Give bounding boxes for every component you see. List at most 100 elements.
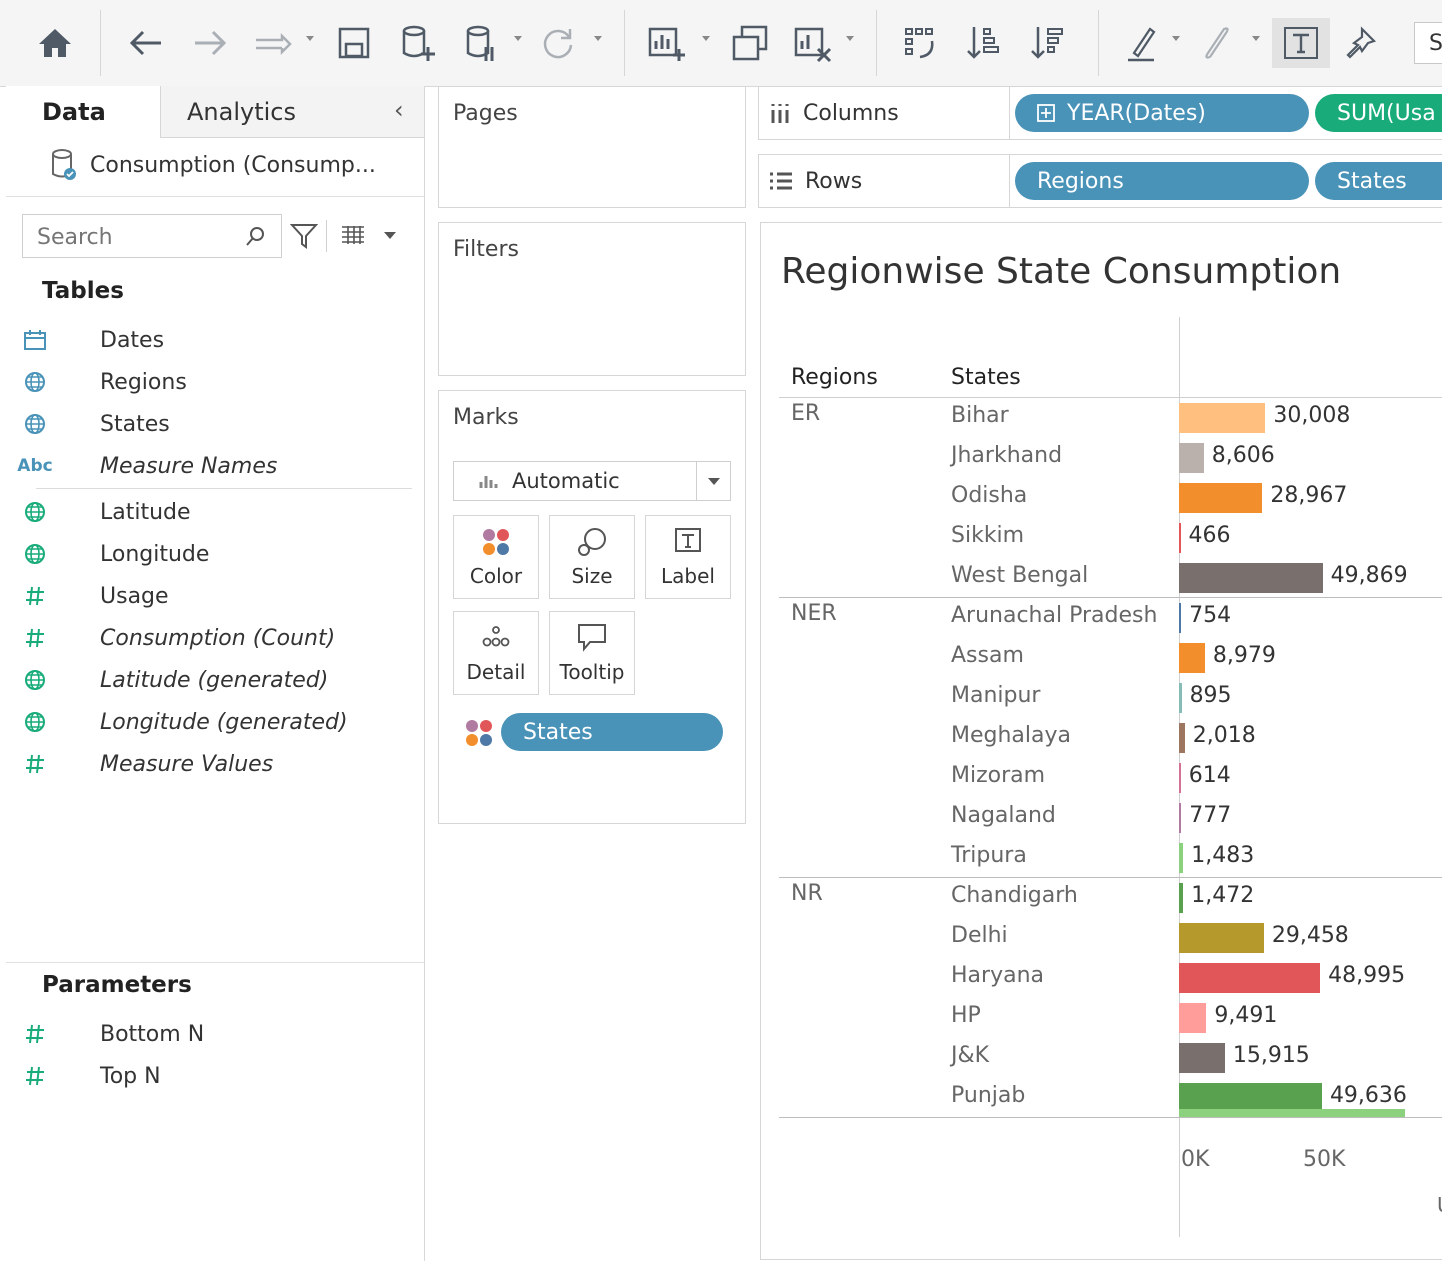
region-label[interactable]: NR (791, 881, 823, 906)
state-label[interactable]: Odisha (951, 483, 1027, 508)
state-label[interactable]: Manipur (951, 683, 1040, 708)
state-label[interactable]: Tripura (951, 843, 1027, 868)
bar[interactable] (1179, 843, 1184, 873)
state-label[interactable]: Chandigarh (951, 883, 1078, 908)
abc-icon: Abc (17, 456, 53, 476)
bar[interactable] (1179, 763, 1181, 793)
rows-pill-regions[interactable]: Regions (1015, 162, 1309, 200)
state-label[interactable]: HP (951, 1003, 981, 1028)
state-label[interactable]: Bihar (951, 403, 1009, 428)
new-worksheet-icon[interactable] (642, 18, 690, 68)
state-label[interactable]: Nagaland (951, 803, 1056, 828)
forward-icon[interactable] (186, 18, 234, 68)
state-label[interactable]: Arunachal Pradesh (951, 603, 1157, 628)
state-label[interactable]: Mizoram (951, 763, 1045, 788)
bar[interactable] (1179, 723, 1185, 753)
marks-states-pill[interactable]: States (501, 713, 723, 751)
pause-updates-icon[interactable] (460, 18, 504, 68)
data-pane: Data Analytics ‹ Consumption (Consump...… (6, 86, 425, 1261)
field-consumption-count[interactable]: Consumption (Count) (6, 618, 335, 658)
home-icon[interactable] (30, 18, 80, 68)
tooltip-button[interactable]: Tooltip (549, 611, 635, 695)
bar[interactable] (1179, 603, 1182, 633)
state-label[interactable]: West Bengal (951, 563, 1088, 588)
state-label[interactable]: Delhi (951, 923, 1008, 948)
size-button[interactable]: Size (549, 515, 635, 599)
columns-pill-sum[interactable]: SUM(Usa (1315, 94, 1442, 132)
rows-pill-states[interactable]: States (1315, 162, 1442, 200)
bar[interactable] (1179, 1003, 1207, 1033)
bar[interactable] (1179, 883, 1184, 913)
region-label[interactable]: NER (791, 601, 837, 626)
filter-icon[interactable] (290, 222, 318, 250)
view-options-icon[interactable] (340, 224, 366, 246)
viz-area[interactable]: Regionwise State Consumption Regions Sta… (760, 222, 1442, 1260)
state-label[interactable]: Haryana (951, 963, 1044, 988)
highlight-icon[interactable] (1118, 18, 1166, 68)
bar[interactable] (1179, 403, 1266, 433)
field-usage[interactable]: Usage (6, 576, 169, 616)
new-datasource-icon[interactable] (396, 18, 440, 68)
tab-data[interactable]: Data (6, 86, 160, 138)
bar[interactable] (1179, 523, 1181, 553)
text-label-icon[interactable] (1272, 18, 1330, 68)
duplicate-sheet-icon[interactable] (726, 18, 774, 68)
collapse-pane-icon[interactable]: ‹ (394, 96, 404, 124)
filters-card[interactable]: Filters (438, 222, 746, 376)
field-latitude-generated[interactable]: Latitude (generated) (6, 660, 328, 700)
field-states[interactable]: States (6, 404, 170, 444)
region-label[interactable]: ER (791, 401, 820, 426)
parameter-top-n[interactable]: Top N (6, 1056, 161, 1096)
field-dates[interactable]: Dates (6, 320, 164, 360)
state-label[interactable]: J&K (951, 1043, 989, 1068)
refresh-icon[interactable] (536, 18, 580, 68)
field-longitude[interactable]: Longitude (6, 534, 209, 574)
back-icon[interactable] (122, 18, 170, 68)
tab-data-label: Data (42, 98, 106, 126)
bar[interactable] (1179, 1043, 1225, 1073)
bar-partial (1179, 1109, 1405, 1117)
field-measure-values[interactable]: Measure Values (6, 744, 273, 784)
bar[interactable] (1179, 683, 1182, 713)
field-regions[interactable]: Regions (6, 362, 187, 402)
field-measure-names[interactable]: Abc Measure Names (6, 446, 277, 486)
clear-sheet-icon[interactable] (788, 18, 836, 68)
state-label[interactable]: Punjab (951, 1083, 1025, 1108)
group-icon[interactable] (1192, 18, 1240, 68)
bar[interactable] (1179, 923, 1264, 953)
rows-pill-regions-label: Regions (1037, 168, 1124, 194)
columns-pill-year[interactable]: YEAR(Dates) (1015, 94, 1309, 132)
rows-icon (770, 172, 792, 190)
view-options-dropdown[interactable] (384, 232, 396, 239)
pages-card[interactable]: Pages (438, 86, 746, 208)
bar[interactable] (1179, 803, 1182, 833)
bar[interactable] (1179, 483, 1263, 513)
state-label[interactable]: Meghalaya (951, 723, 1071, 748)
sort-descending-icon[interactable] (1024, 18, 1072, 68)
detail-button[interactable]: Detail (453, 611, 539, 695)
state-label[interactable]: Sikkim (951, 523, 1024, 548)
show-me-button[interactable]: S (1414, 22, 1442, 64)
tables-title: Tables (42, 278, 124, 304)
bar[interactable] (1179, 643, 1205, 673)
search-box[interactable] (22, 214, 282, 258)
sort-ascending-icon[interactable] (960, 18, 1008, 68)
bar[interactable] (1179, 443, 1204, 473)
mark-type-select[interactable]: Automatic (453, 461, 731, 501)
field-longitude-generated[interactable]: Longitude (generated) (6, 702, 348, 742)
pin-icon[interactable] (1338, 18, 1382, 68)
swap-icon[interactable] (896, 18, 944, 68)
tab-analytics[interactable]: Analytics (160, 86, 424, 138)
label-button[interactable]: Label (645, 515, 731, 599)
datasource-item[interactable]: Consumption (Consump... (50, 148, 376, 182)
state-label[interactable]: Assam (951, 643, 1024, 668)
bar[interactable] (1179, 563, 1323, 593)
redo-icon[interactable] (248, 18, 296, 68)
bar[interactable] (1179, 963, 1321, 993)
search-input[interactable] (35, 223, 239, 251)
field-latitude[interactable]: Latitude (6, 492, 191, 532)
state-label[interactable]: Jharkhand (951, 443, 1062, 468)
save-icon[interactable] (332, 18, 376, 68)
parameter-bottom-n[interactable]: Bottom N (6, 1014, 204, 1054)
color-button[interactable]: Color (453, 515, 539, 599)
